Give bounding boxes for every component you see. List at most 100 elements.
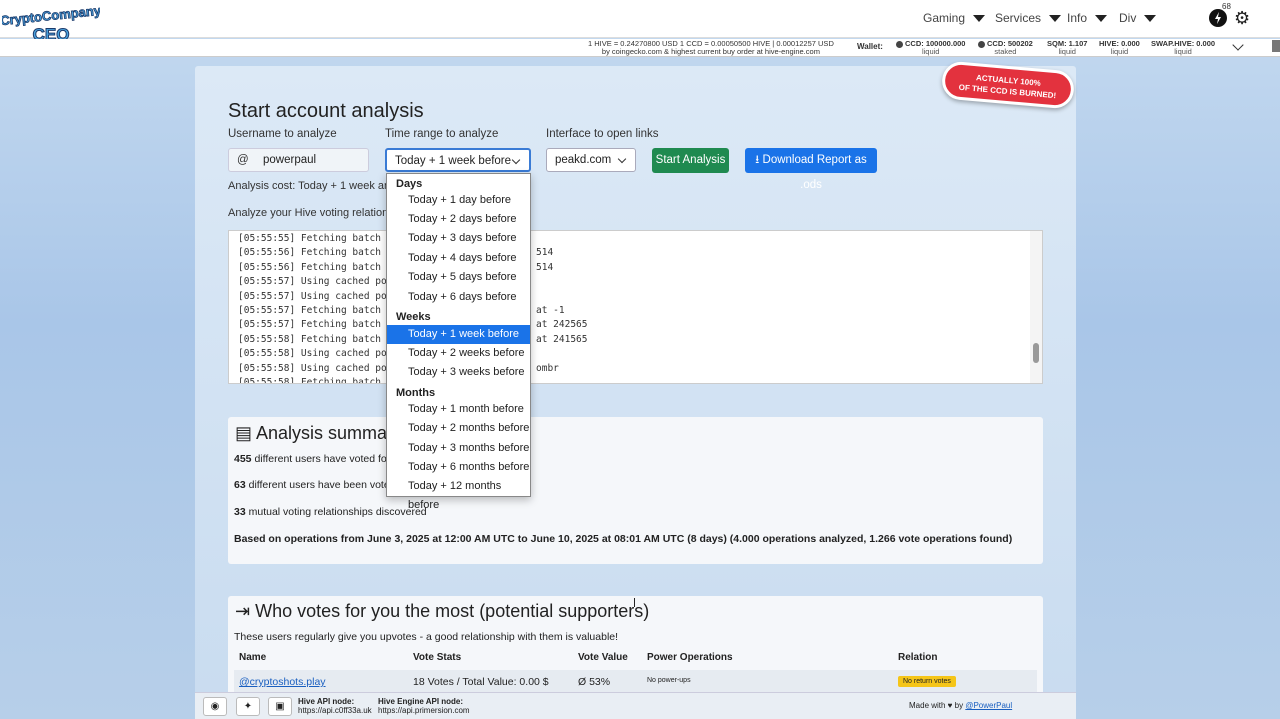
log-line-tail: at 242565 <box>536 319 588 331</box>
time-range-value: Today + 1 week before <box>395 155 512 167</box>
supporters-subtitle: These users regularly give you upvotes -… <box>234 631 619 643</box>
interface-select[interactable]: peakd.com <box>546 148 636 172</box>
log-line: [05:55:58] Fetching batch fo <box>238 333 399 345</box>
option-1-month[interactable]: Today + 1 month before <box>387 400 530 419</box>
option-3-days[interactable]: Today + 3 days before <box>387 229 530 248</box>
discord-icon[interactable]: ◉ <box>203 697 227 716</box>
username-label: Username to analyze <box>228 128 337 140</box>
option-2-months[interactable]: Today + 2 months before <box>387 419 530 438</box>
caret-down-icon <box>1144 14 1157 22</box>
option-5-days[interactable]: Today + 5 days before <box>387 268 530 287</box>
rate-line-2[interactable]: by coingecko.com & highest current buy o… <box>588 48 834 56</box>
time-range-dropdown[interactable]: Days Today + 1 day before Today + 2 days… <box>386 173 531 511</box>
nav-services-label: Services <box>995 11 1042 25</box>
download-report-button[interactable]: ⭳ Download Report as .ods <box>745 148 877 191</box>
log-line-tail: at -1 <box>536 305 565 316</box>
option-4-days[interactable]: Today + 4 days before <box>387 249 530 268</box>
log-line-tail: 514 <box>536 247 554 259</box>
logo[interactable]: CryptoCompany CEO <box>0 2 103 44</box>
col-power-ops[interactable]: Power Operations <box>647 652 733 663</box>
nav-div[interactable]: Div <box>1119 11 1157 25</box>
option-3-months[interactable]: Today + 3 months before <box>387 439 530 458</box>
twitch-icon[interactable]: ▣ <box>268 697 292 716</box>
col-vote-value[interactable]: Vote Value <box>578 652 628 663</box>
author-link[interactable]: @PowerPaul <box>965 701 1012 710</box>
wallet-label: Wallet: <box>857 42 883 51</box>
page-scrollbar[interactable] <box>1272 40 1280 52</box>
option-6-days[interactable]: Today + 6 days before <box>387 288 530 307</box>
footer: ◉ ✦ ▣ Hive API node: https://api.c0ff33a… <box>195 692 1076 719</box>
wallet-swap-hive: SWAP.HIVE: 0.000 liquid <box>1151 39 1216 56</box>
ccd-coin-icon <box>978 40 985 48</box>
log-line-tail: at 241565 <box>536 333 588 345</box>
col-relation[interactable]: Relation <box>898 652 937 663</box>
summary-mutual: 33 mutual voting relationships discovere… <box>234 506 427 518</box>
supporter-name-link[interactable]: @cryptoshots.play <box>239 676 326 688</box>
col-name[interactable]: Name <box>239 652 266 663</box>
log-line: [05:55:58] Using cached powe <box>238 362 399 374</box>
gear-icon[interactable]: ⚙ <box>1234 8 1250 29</box>
hive-engine-api-node: Hive Engine API node: https://api.primer… <box>378 697 470 715</box>
log-line: [05:55:58] Fetching batch fo <box>238 377 399 384</box>
option-2-weeks[interactable]: Today + 2 weeks before <box>387 344 530 363</box>
log-line: [05:55:56] Fetching batch fo <box>238 261 399 273</box>
nav-services[interactable]: Services <box>995 11 1062 25</box>
hive-api-node: Hive API node: https://api.c0ff33a.uk <box>298 697 372 715</box>
page-title: Start account analysis <box>228 100 424 122</box>
dropdown-group-weeks: Weeks <box>396 311 431 323</box>
supporter-stats: 18 Votes / Total Value: 0.00 $ <box>413 676 549 688</box>
nav-gaming-label: Gaming <box>923 11 966 25</box>
ccd-coin-icon <box>896 40 903 48</box>
text-cursor <box>634 598 635 607</box>
log-line-tail: ombr <box>536 362 559 374</box>
supporters-title: ⇥ Who votes for you the most (potential … <box>235 601 650 621</box>
made-with-credit: Made with ♥ by @PowerPaul <box>909 701 1013 710</box>
relation-badge: No return votes <box>898 676 956 687</box>
log-line: [05:55:57] Using cached powe <box>238 290 399 302</box>
nav-div-label: Div <box>1119 11 1137 25</box>
price-wallet-bar: 1 HIVE = 0.24270800 USD 1 CCD = 0.000505… <box>0 39 1280 57</box>
username-input[interactable]: @ powerpaul <box>228 148 369 172</box>
option-2-days[interactable]: Today + 2 days before <box>387 210 530 229</box>
chevron-down-icon[interactable] <box>1232 39 1244 51</box>
log-output[interactable]: [05:55:55] Fetching batch fo [05:55:56] F… <box>228 230 1043 384</box>
option-3-weeks[interactable]: Today + 3 weeks before <box>387 363 530 382</box>
option-1-day[interactable]: Today + 1 day before <box>387 191 530 210</box>
log-scrollbar[interactable] <box>1030 231 1042 383</box>
exchange-rates: 1 HIVE = 0.24270800 USD 1 CCD = 0.000505… <box>588 40 834 56</box>
wallet-ccd-staked: CCD: 500202 staked <box>978 40 1033 56</box>
at-sign: @ <box>237 154 249 166</box>
supporter-power: No power-ups <box>647 677 691 684</box>
log-scroll-thumb[interactable] <box>1033 343 1039 363</box>
chart-icon: ▤ <box>235 423 257 443</box>
download-icon: ⭳ <box>755 154 763 166</box>
twitter-icon[interactable]: ✦ <box>236 697 260 716</box>
log-line-tail: 514 <box>536 261 554 273</box>
time-range-label: Time range to analyze <box>385 128 499 140</box>
col-vote-stats[interactable]: Vote Stats <box>413 652 461 663</box>
log-line: [05:55:58] Using cached powe <box>238 348 399 360</box>
dropdown-group-months: Months <box>396 387 436 399</box>
wallet-ccd-liquid: CCD: 100000.000 liquid <box>896 40 965 56</box>
log-line: [05:55:56] Fetching batch fo <box>238 247 399 259</box>
log-line: [05:55:57] Fetching batch fo <box>238 319 399 331</box>
chevron-down-icon <box>617 154 627 164</box>
nav-info-label: Info <box>1067 11 1088 25</box>
nav-gaming[interactable]: Gaming <box>923 11 986 25</box>
start-analysis-button[interactable]: Start Analysis <box>652 148 729 173</box>
log-line: [05:55:55] Fetching batch fo <box>238 233 399 244</box>
dropdown-group-days: Days <box>396 178 423 190</box>
chevron-down-icon <box>511 155 521 165</box>
top-navbar: CryptoCompany CEO Gaming Services Info D… <box>0 0 1280 45</box>
wallet-sqm: SQM: 1.107 liquid <box>1047 39 1088 56</box>
option-6-months[interactable]: Today + 6 months before <box>387 458 530 477</box>
hive-keychain-icon[interactable] <box>1209 9 1227 27</box>
caret-down-icon <box>1049 14 1062 22</box>
option-12-months[interactable]: Today + 12 months before <box>387 477 530 511</box>
time-range-select[interactable]: Today + 1 week before <box>385 148 531 172</box>
interface-label: Interface to open links <box>546 128 659 140</box>
nav-info[interactable]: Info <box>1067 11 1108 25</box>
option-1-week[interactable]: Today + 1 week before <box>387 325 530 344</box>
summary-based-on: Based on operations from June 3, 2025 at… <box>234 533 1013 545</box>
sign-in-icon: ⇥ <box>235 601 256 621</box>
